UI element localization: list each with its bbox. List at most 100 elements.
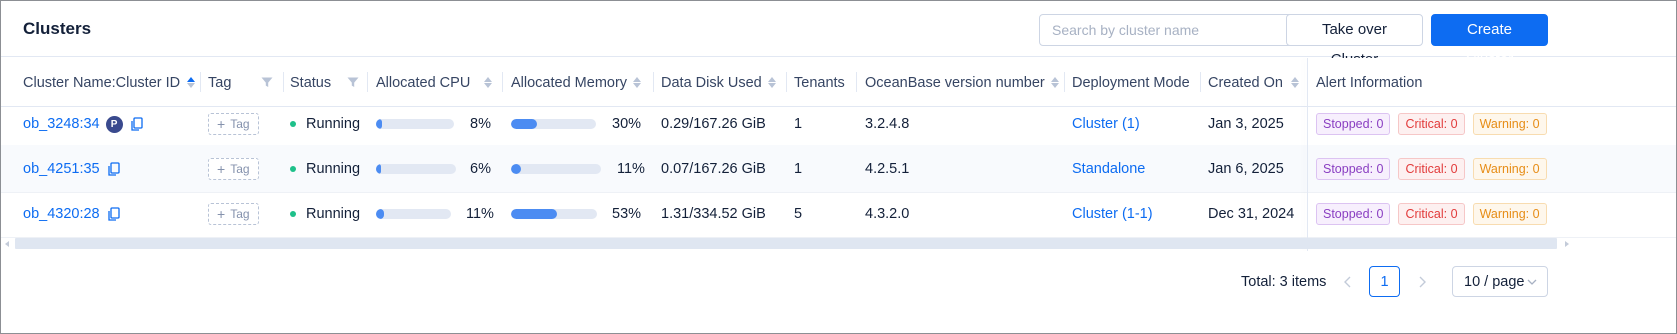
scroll-left-icon[interactable] xyxy=(5,241,9,247)
alert-warning-badge: Warning: 0 xyxy=(1472,158,1547,180)
copy-icon[interactable] xyxy=(107,207,120,221)
table-row: ob_4320:28 + Tag Running 11% 53% 1.31/334… xyxy=(1,190,1676,238)
sort-icon[interactable] xyxy=(633,77,642,88)
alert-cell: Stopped: 0 Critical: 0 Warning: 0 xyxy=(1316,145,1555,193)
sort-icon[interactable] xyxy=(1050,77,1059,88)
alert-cell: Stopped: 0 Critical: 0 Warning: 0 xyxy=(1316,190,1555,238)
alert-cell: Stopped: 0 Critical: 0 Warning: 0 xyxy=(1316,100,1555,148)
cluster-name-link[interactable]: ob_4320:28 xyxy=(23,206,100,222)
alert-stopped-badge: Stopped: 0 xyxy=(1316,158,1391,180)
status-text: Running xyxy=(306,161,361,177)
total-items: Total: 3 items xyxy=(1241,274,1327,290)
cpu-progress-bar xyxy=(376,209,451,219)
memory-progress-fill xyxy=(511,164,521,174)
sort-icon[interactable] xyxy=(187,77,196,88)
status-dot xyxy=(290,211,296,217)
plus-icon: + xyxy=(217,116,226,132)
page-header: Clusters Take over Cluster Create Cluste… xyxy=(1,1,1676,68)
cluster-name-cell: ob_4320:28 xyxy=(23,190,120,238)
created-cell: Dec 31, 2024 xyxy=(1208,206,1295,222)
create-cluster-button[interactable]: Create Cluster xyxy=(1431,14,1548,68)
sort-icon[interactable] xyxy=(1290,77,1299,88)
memory-progress-bar xyxy=(511,119,596,129)
disk-cell: 1.31/334.52 GiB xyxy=(661,206,766,222)
alert-stopped-badge: Stopped: 0 xyxy=(1316,113,1391,135)
add-tag-button[interactable]: + Tag xyxy=(208,158,259,180)
cpu-percent: 8% xyxy=(470,116,491,132)
deployment-link[interactable]: Cluster (1-1) xyxy=(1072,190,1153,238)
chevron-down-icon xyxy=(1527,279,1537,285)
cpu-progress-fill xyxy=(376,164,381,174)
page-1-button[interactable]: 1 xyxy=(1369,266,1400,297)
fixed-column-divider xyxy=(1307,58,1308,251)
memory-cell: 53% xyxy=(511,190,641,238)
take-over-cluster-button[interactable]: Take over Cluster xyxy=(1286,14,1423,68)
alert-critical-badge: Critical: 0 xyxy=(1398,203,1465,225)
cluster-name-cell: ob_4251:35 xyxy=(23,145,120,193)
scrollbar-thumb[interactable] xyxy=(15,238,1557,249)
status-dot xyxy=(290,121,296,127)
cpu-percent: 6% xyxy=(470,161,491,177)
memory-progress-fill xyxy=(511,209,557,219)
disk-cell: 0.07/167.26 GiB xyxy=(661,161,766,177)
alert-critical-badge: Critical: 0 xyxy=(1398,158,1465,180)
created-cell: Jan 6, 2025 xyxy=(1208,161,1284,177)
alert-stopped-badge: Stopped: 0 xyxy=(1316,203,1391,225)
alert-warning-badge: Warning: 0 xyxy=(1472,203,1547,225)
cpu-progress-fill xyxy=(376,119,383,129)
version-cell: 4.2.5.1 xyxy=(865,161,910,177)
copy-icon[interactable] xyxy=(107,162,120,176)
tag-cell: + Tag xyxy=(208,100,259,148)
memory-progress-bar xyxy=(511,209,597,219)
tenants-cell: 1 xyxy=(794,116,803,132)
page-size-select[interactable]: 10 / page xyxy=(1452,266,1548,297)
memory-progress-bar xyxy=(511,164,601,174)
status-cell: Running xyxy=(290,100,360,148)
deployment-link[interactable]: Cluster (1) xyxy=(1072,100,1140,148)
memory-percent: 30% xyxy=(612,116,642,132)
plus-icon: + xyxy=(217,206,226,222)
memory-cell: 30% xyxy=(511,100,641,148)
sort-icon[interactable] xyxy=(484,77,493,88)
disk-cell: 0.29/167.26 GiB xyxy=(661,116,766,132)
alert-warning-badge: Warning: 0 xyxy=(1472,113,1547,135)
cpu-percent: 11% xyxy=(466,206,494,222)
memory-cell: 11% xyxy=(511,145,645,193)
version-cell: 3.2.4.8 xyxy=(865,116,910,132)
tenants-cell: 5 xyxy=(794,206,803,222)
cpu-cell: 6% xyxy=(376,145,496,193)
filter-icon[interactable] xyxy=(347,77,359,88)
plus-icon: + xyxy=(217,161,226,177)
status-cell: Running xyxy=(290,190,360,238)
copy-icon[interactable] xyxy=(130,117,143,131)
add-tag-button[interactable]: + Tag xyxy=(208,203,259,225)
horizontal-scrollbar[interactable] xyxy=(5,238,1569,250)
table-row: ob_3248:34 P + Tag Running 8% 30% 0.29/16… xyxy=(1,100,1676,148)
page-title: Clusters xyxy=(23,19,92,38)
deployment-link[interactable]: Standalone xyxy=(1072,145,1145,193)
filter-icon[interactable] xyxy=(261,77,273,88)
clusters-panel: Clusters Take over Cluster Create Cluste… xyxy=(0,0,1677,334)
status-cell: Running xyxy=(290,145,360,193)
cluster-name-cell: ob_3248:34 P xyxy=(23,100,143,148)
chevron-left-icon[interactable] xyxy=(1340,274,1356,290)
tag-cell: + Tag xyxy=(208,190,259,238)
cluster-name-link[interactable]: ob_3248:34 xyxy=(23,116,100,132)
status-text: Running xyxy=(306,206,361,222)
cluster-name-link[interactable]: ob_4251:35 xyxy=(23,161,100,177)
scroll-right-icon[interactable] xyxy=(1565,241,1569,247)
status-text: Running xyxy=(306,116,361,132)
add-tag-button[interactable]: + Tag xyxy=(208,113,259,135)
alert-critical-badge: Critical: 0 xyxy=(1398,113,1465,135)
status-dot xyxy=(290,166,296,172)
tag-cell: + Tag xyxy=(208,145,259,193)
cpu-progress-bar xyxy=(376,164,456,174)
chevron-right-icon[interactable] xyxy=(1414,274,1430,290)
pagination: Total: 3 items 1 10 / page xyxy=(1,266,1676,298)
memory-progress-fill xyxy=(511,119,537,129)
tenants-cell: 1 xyxy=(794,161,803,177)
version-cell: 4.3.2.0 xyxy=(865,206,910,222)
sort-icon[interactable] xyxy=(767,77,776,88)
cpu-cell: 11% xyxy=(376,190,496,238)
primary-badge: P xyxy=(105,115,123,133)
